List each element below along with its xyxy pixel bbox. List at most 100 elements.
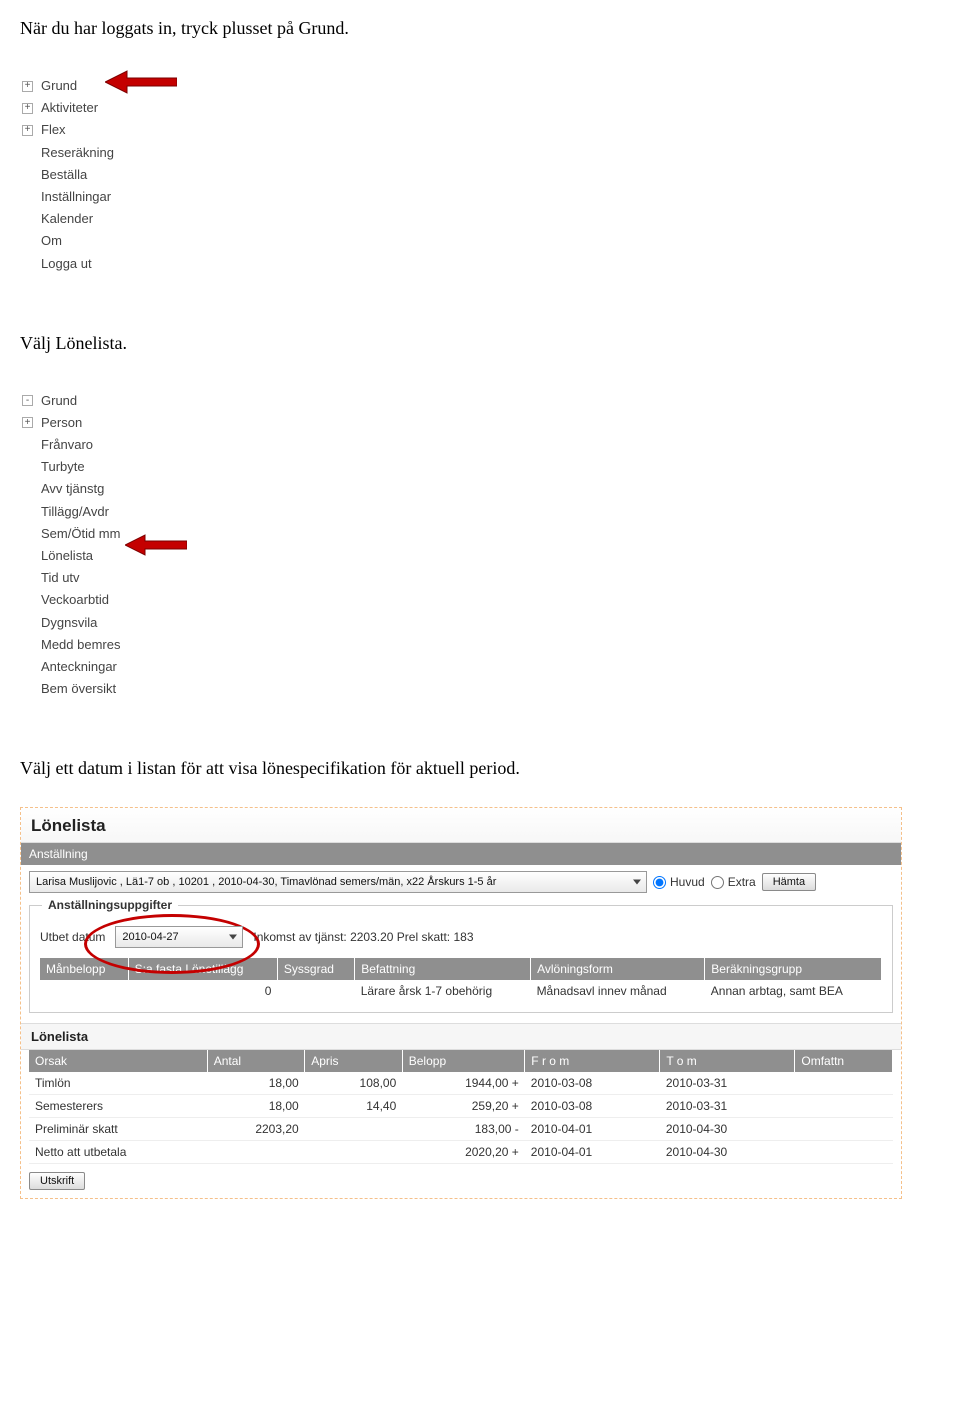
cell-antal: 18,00	[207, 1095, 305, 1118]
spacer	[22, 528, 33, 539]
nav-item-label: Aktiviteter	[41, 99, 98, 117]
cell-apris: 108,00	[305, 1072, 403, 1095]
instruction-1: När du har loggats in, tryck plusset på …	[20, 18, 940, 39]
table-row: Timlön18,00108,001944,00 +2010-03-082010…	[29, 1072, 893, 1095]
nav-item-flex[interactable]: + Flex	[22, 119, 222, 141]
val-berakningsgrupp: Annan arbtag, samt BEA	[705, 980, 882, 1002]
col-manbelopp: Månbelopp	[40, 958, 128, 980]
nav-item-best-lla[interactable]: Beställa	[22, 164, 222, 186]
cell-belopp: 183,00 -	[402, 1118, 525, 1141]
cell-orsak: Netto att utbetala	[29, 1141, 207, 1164]
col-belopp: Belopp	[402, 1050, 525, 1072]
nav-item-logga-ut[interactable]: Logga ut	[22, 253, 222, 275]
nav-item-om[interactable]: Om	[22, 230, 222, 252]
nav-item-grund[interactable]: -Grund	[22, 390, 222, 412]
cell-antal: 2203,20	[207, 1118, 305, 1141]
val-befattning: Lärare årsk 1-7 obehörig	[355, 980, 531, 1002]
anstallning-selected: Larisa Muslijovic , Lä1-7 ob , 10201 , 2…	[36, 876, 496, 888]
hamta-button[interactable]: Hämta	[762, 873, 816, 891]
spacer	[22, 662, 33, 673]
col-orsak: Orsak	[29, 1050, 207, 1072]
anstallning-select[interactable]: Larisa Muslijovic , Lä1-7 ob , 10201 , 2…	[29, 871, 647, 893]
nav-item-l-nelista[interactable]: Lönelista	[22, 545, 222, 567]
plus-icon[interactable]: +	[22, 103, 33, 114]
nav-item-sem-tid-mm[interactable]: Sem/Ötid mm	[22, 523, 222, 545]
nav-item-kalender[interactable]: Kalender	[22, 208, 222, 230]
col-avloningsform: Avlöningsform	[531, 958, 705, 980]
radio-huvud-label: Huvud	[670, 875, 705, 889]
cell-from: 2010-03-08	[525, 1072, 660, 1095]
nav-item-anteckningar[interactable]: Anteckningar	[22, 656, 222, 678]
nav-item-label: Logga ut	[41, 255, 92, 273]
radio-huvud[interactable]: Huvud	[653, 875, 705, 889]
radio-extra-label: Extra	[728, 875, 756, 889]
utskrift-button[interactable]: Utskrift	[29, 1172, 85, 1190]
spacer	[22, 484, 33, 495]
nav-item-label: Tillägg/Avdr	[41, 503, 109, 521]
spacer	[22, 639, 33, 650]
nav-item-bem-versikt[interactable]: Bem översikt	[22, 678, 222, 700]
radio-extra[interactable]: Extra	[711, 875, 756, 889]
nav-item-label: Person	[41, 414, 82, 432]
utbet-datum-label: Utbet datum	[40, 930, 105, 944]
cell-apris	[305, 1118, 403, 1141]
col-antal: Antal	[207, 1050, 305, 1072]
col-berakningsgrupp: Beräkningsgrupp	[705, 958, 882, 980]
nav-item-label: Om	[41, 232, 62, 250]
nav-item-dygnsvila[interactable]: Dygnsvila	[22, 612, 222, 634]
utbet-datum-value: 2010-04-27	[122, 931, 178, 943]
nav-item-label: Bem översikt	[41, 680, 116, 698]
col-syssgrad: Syssgrad	[277, 958, 354, 980]
arrow-icon	[105, 69, 177, 95]
nav-item-avv-tj-nstg[interactable]: Avv tjänstg	[22, 478, 222, 500]
nav-item-label: Anteckningar	[41, 658, 117, 676]
utbet-datum-select[interactable]: 2010-04-27	[115, 926, 243, 948]
spacer	[22, 573, 33, 584]
cell-antal: 18,00	[207, 1072, 305, 1095]
nav-item-label: Sem/Ötid mm	[41, 525, 120, 543]
table-row: Semesterers18,0014,40259,20 +2010-03-082…	[29, 1095, 893, 1118]
nav-item-inst-llningar[interactable]: Inställningar	[22, 186, 222, 208]
nav-item-aktiviteter[interactable]: + Aktiviteter	[22, 97, 222, 119]
nav-item-medd-bemres[interactable]: Medd bemres	[22, 634, 222, 656]
col-omfattn: Omfattn	[795, 1050, 893, 1072]
anstallning-row: 0 Lärare årsk 1-7 obehörig Månadsavl inn…	[40, 980, 882, 1002]
val-manbelopp	[40, 980, 128, 1002]
col-befattning: Befattning	[355, 958, 531, 980]
nav-item-label: Tid utv	[41, 569, 80, 587]
nav-item-till-gg-avdr[interactable]: Tillägg/Avdr	[22, 501, 222, 523]
nav-item-label: Avv tjänstg	[41, 480, 104, 498]
nav-item-person[interactable]: + Person	[22, 412, 222, 434]
spacer	[22, 147, 33, 158]
nav-item-label: Flex	[41, 121, 66, 139]
inkomst-text: Inkomst av tjänst: 2203.20 Prel skatt: 1…	[253, 930, 473, 944]
col-tom: T o m	[660, 1050, 795, 1072]
cell-belopp: 259,20 +	[402, 1095, 525, 1118]
lonelista-table: Orsak Antal Apris Belopp F r o m T o m O…	[29, 1050, 893, 1164]
lonelista-subhead: Lönelista	[21, 1023, 901, 1050]
cell-belopp: 2020,20 +	[402, 1141, 525, 1164]
spacer	[22, 684, 33, 695]
cell-orsak: Preliminär skatt	[29, 1118, 207, 1141]
cell-omf	[795, 1141, 893, 1164]
plus-icon[interactable]: +	[22, 81, 33, 92]
radio-huvud-input[interactable]	[653, 876, 666, 889]
cell-tom: 2010-03-31	[660, 1072, 795, 1095]
plus-icon[interactable]: +	[22, 417, 33, 428]
cell-tom: 2010-04-30	[660, 1141, 795, 1164]
table-row: Netto att utbetala2020,20 +2010-04-01201…	[29, 1141, 893, 1164]
nav-item-fr-nvaro[interactable]: Frånvaro	[22, 434, 222, 456]
nav-item-label: Frånvaro	[41, 436, 93, 454]
nav-item-tid-utv[interactable]: Tid utv	[22, 567, 222, 589]
nav-item-turbyte[interactable]: Turbyte	[22, 456, 222, 478]
radio-extra-input[interactable]	[711, 876, 724, 889]
plus-icon[interactable]: +	[22, 125, 33, 136]
nav-item-veckoarbtid[interactable]: Veckoarbtid	[22, 589, 222, 611]
minus-icon[interactable]: -	[22, 395, 33, 406]
nav-item-reser-kning[interactable]: Reseräkning	[22, 142, 222, 164]
table-row: Preliminär skatt2203,20183,00 -2010-04-0…	[29, 1118, 893, 1141]
cell-belopp: 1944,00 +	[402, 1072, 525, 1095]
nav-item-label: Veckoarbtid	[41, 591, 109, 609]
instruction-3: Välj ett datum i listan för att visa lön…	[20, 758, 940, 779]
nav-item-label: Turbyte	[41, 458, 85, 476]
